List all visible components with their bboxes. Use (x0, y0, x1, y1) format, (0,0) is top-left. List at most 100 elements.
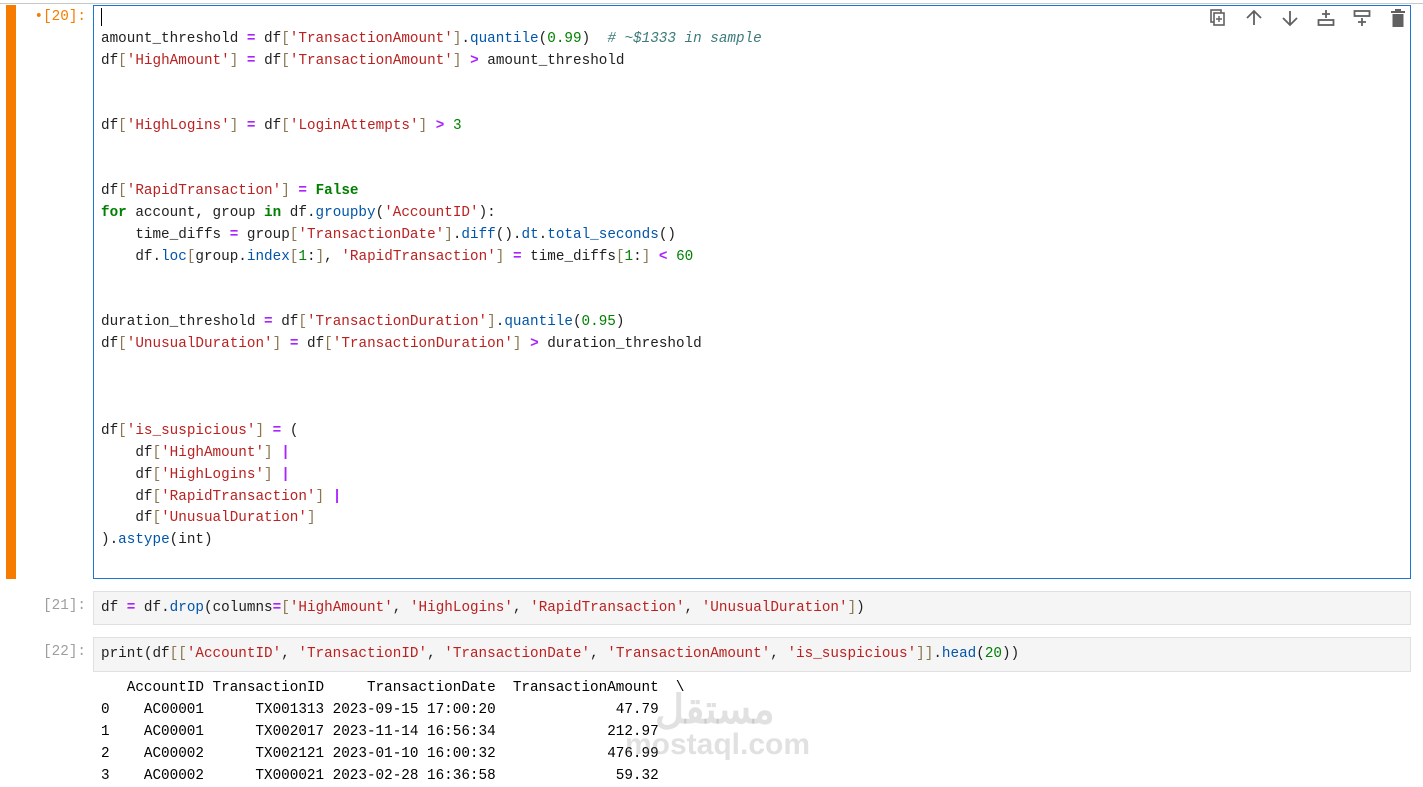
string-literal: 'RapidTransaction' (530, 600, 685, 616)
bracket: [ (118, 117, 127, 134)
code-text: df. (135, 600, 170, 616)
bracket: [ (152, 466, 162, 483)
keyword: False (315, 183, 359, 200)
bracket: [ (281, 52, 290, 69)
code-line[interactable]: df['is_suspicious'] = ( (101, 420, 762, 442)
operator: | (281, 444, 290, 461)
code-text: df. (101, 248, 162, 265)
bracket: ] (306, 510, 316, 527)
bracket: [ (118, 52, 127, 69)
code-text: df (101, 510, 153, 527)
code-cell-21-editor[interactable]: df = df.drop(columns=['HighAmount', 'Hig… (93, 591, 1411, 625)
code-text: ( (375, 205, 385, 222)
code-line[interactable] (101, 398, 762, 420)
code-line[interactable]: for account, group in df.groupby('Accoun… (101, 202, 762, 224)
code-line[interactable]: ).astype(int) (101, 529, 762, 551)
code-text: : (306, 248, 316, 265)
insert-above-button[interactable] (1314, 7, 1338, 29)
code-line[interactable]: df.loc[group.index[1:], 'RapidTransactio… (101, 246, 762, 268)
move-up-button[interactable] (1242, 7, 1266, 29)
code-line[interactable]: df = df.drop(columns=['HighAmount', 'Hig… (101, 597, 865, 619)
code-line[interactable] (101, 71, 762, 93)
code-line[interactable] (101, 93, 762, 115)
code-text: (columns (204, 600, 273, 616)
bracket: [ (152, 510, 162, 527)
string-literal: 'HighLogins' (409, 600, 513, 616)
bracket: [ (152, 444, 162, 461)
code-text: ( (572, 314, 582, 331)
cell-toolbar (1206, 7, 1410, 29)
operator: = (272, 423, 282, 440)
output-line: 1 AC00001 TX002017 2023-11-14 16:56:34 2… (101, 724, 659, 740)
code-line[interactable]: print(df[['AccountID', 'TransactionID', … (101, 643, 1019, 665)
bracket: ] (512, 335, 522, 352)
bracket: [ (152, 488, 162, 505)
code-line[interactable] (101, 289, 762, 311)
code-line[interactable]: df['UnusualDuration'] = df['TransactionD… (101, 333, 762, 355)
string-literal: 'HighAmount' (289, 600, 393, 616)
method-name: quantile (504, 314, 573, 331)
bracket: ] (315, 488, 325, 505)
code-line[interactable]: df['HighAmount'] | (101, 442, 762, 464)
code-text: . (933, 646, 942, 662)
operator: = (512, 248, 522, 265)
code-line[interactable] (101, 268, 762, 290)
code-text: df (101, 488, 153, 505)
active-cell-indicator[interactable] (6, 5, 16, 579)
code-cell-22-editor[interactable]: print(df[['AccountID', 'TransactionID', … (93, 637, 1411, 672)
insert-below-button[interactable] (1350, 7, 1374, 29)
code-line[interactable]: duration_threshold = df['TransactionDura… (101, 311, 762, 333)
code-line[interactable] (101, 137, 762, 159)
code-line[interactable]: df['HighLogins'] | (101, 464, 762, 486)
code-text: df (101, 423, 119, 440)
duplicate-cell-button[interactable] (1206, 7, 1230, 29)
bracket: [ (118, 335, 127, 352)
code-line[interactable]: amount_threshold = df['TransactionAmount… (101, 28, 762, 50)
top-divider (0, 3, 1423, 4)
operator: | (332, 488, 342, 505)
keyword: for (101, 205, 127, 222)
code-line[interactable] (101, 377, 762, 399)
move-down-button[interactable] (1278, 7, 1302, 29)
string-literal: 'TransactionAmount' (289, 52, 453, 69)
code-text: df (101, 52, 119, 69)
code-line[interactable] (101, 6, 762, 28)
code-text: duration_threshold (538, 335, 702, 352)
code-text: , (684, 600, 702, 616)
code-cell-20-editor[interactable]: amount_threshold = df['TransactionAmount… (93, 5, 1411, 579)
string-literal: 'RapidTransaction' (161, 488, 316, 505)
code-cell-22-source[interactable]: print(df[['AccountID', 'TransactionID', … (101, 643, 1019, 665)
code-line[interactable]: time_diffs = group['TransactionDate'].di… (101, 224, 762, 246)
code-cell-21-source[interactable]: df = df.drop(columns=['HighAmount', 'Hig… (101, 597, 865, 619)
code-text: amount_threshold (101, 30, 247, 47)
delete-cell-button[interactable] (1386, 7, 1410, 29)
number-literal: 20 (984, 646, 1003, 662)
string-literal: 'UnusualDuration' (161, 510, 307, 527)
code-line[interactable]: df['RapidTransaction'] | (101, 486, 762, 508)
code-line[interactable] (101, 355, 762, 377)
code-text: , (281, 646, 299, 662)
operator: > (530, 335, 539, 352)
cell-21-prompt: [21]: (43, 598, 86, 614)
code-line[interactable]: df['UnusualDuration'] (101, 507, 762, 529)
bracket: [ (281, 117, 290, 134)
insert-below-icon (1353, 10, 1371, 26)
cell-22-prompt: [22]: (43, 644, 86, 660)
number-literal: 3 (452, 117, 462, 134)
code-text: time_diffs (521, 248, 616, 265)
code-line[interactable]: df['HighLogins'] = df['LoginAttempts'] >… (101, 115, 762, 137)
code-line[interactable]: df['HighAmount'] = df['TransactionAmount… (101, 50, 762, 72)
code-cell-20-source[interactable]: amount_threshold = df['TransactionAmount… (101, 6, 762, 551)
code-text: df (101, 117, 119, 134)
string-literal: 'HighAmount' (126, 52, 230, 69)
code-text: (int) (169, 532, 213, 549)
number-literal: 60 (676, 248, 694, 265)
operator: = (272, 600, 282, 616)
code-line[interactable]: df['RapidTransaction'] = False (101, 180, 762, 202)
method-name: head (941, 646, 977, 662)
code-line[interactable] (101, 159, 762, 181)
delete-icon (1391, 9, 1405, 27)
